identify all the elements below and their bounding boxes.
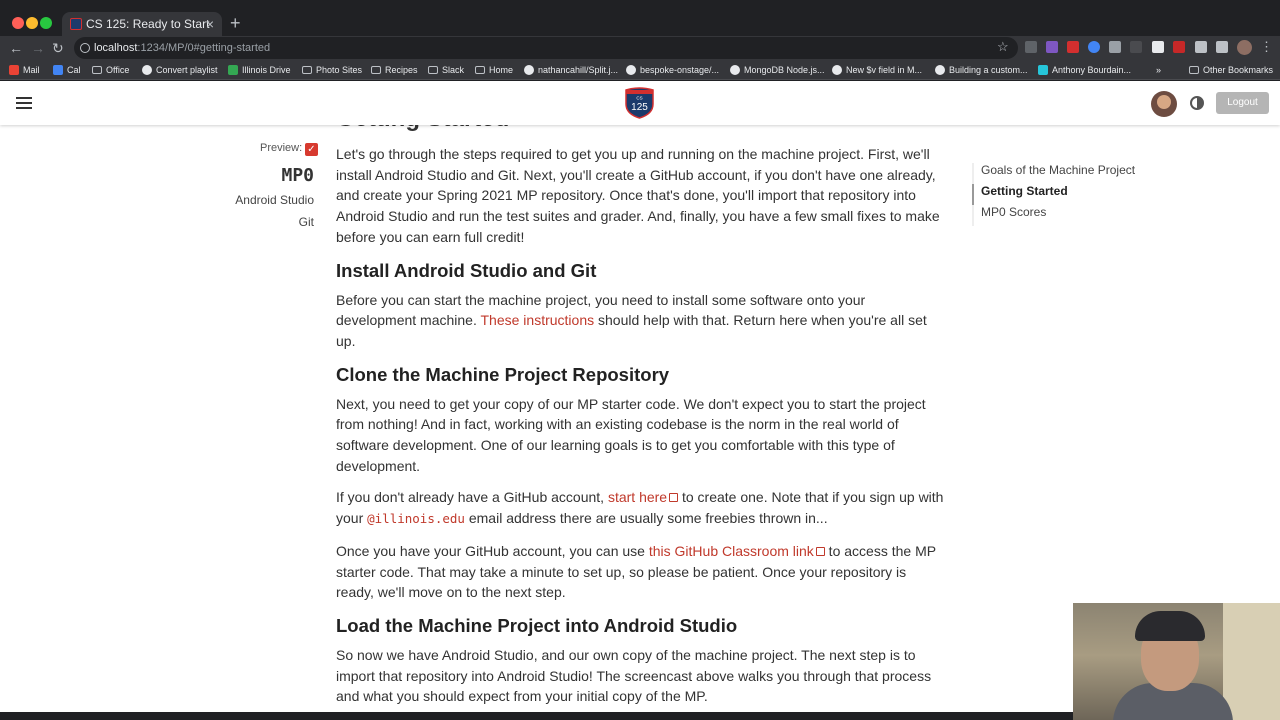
github-icon: [626, 65, 636, 75]
extension-grid-icon[interactable]: [1109, 41, 1121, 53]
cs125-logo[interactable]: CS 125: [623, 86, 656, 119]
folder-icon: [428, 66, 438, 74]
preview-label: Preview:: [260, 142, 303, 154]
logout-button[interactable]: Logout: [1216, 92, 1269, 114]
convert-icon: [142, 65, 152, 75]
github-classroom-link[interactable]: this GitHub Classroom link: [649, 543, 825, 559]
site-info-icon[interactable]: [80, 43, 90, 53]
browser-tab[interactable]: CS 125: Ready to Start ×: [62, 12, 222, 36]
calendar-icon: [53, 65, 63, 75]
extension-mask-icon[interactable]: [1152, 41, 1164, 53]
extension-circle-icon[interactable]: [1088, 41, 1100, 53]
extension-shield-icon[interactable]: [1046, 41, 1058, 53]
close-window-button[interactable]: [12, 17, 24, 29]
bookmark-item[interactable]: Anthony Bourdain...: [1038, 63, 1131, 77]
instructions-link[interactable]: These instructions: [481, 312, 595, 328]
bookmark-item[interactable]: MongoDB Node.js...: [730, 63, 825, 77]
gmail-icon: [9, 65, 19, 75]
extension-red-icon[interactable]: [1173, 41, 1185, 53]
github-icon: [524, 65, 534, 75]
bookmark-item[interactable]: Recipes: [371, 63, 418, 77]
extension-s-icon[interactable]: [1025, 41, 1037, 53]
url-host: localhost: [94, 42, 138, 54]
tag-git: Git: [298, 215, 314, 229]
intro-paragraph: Let's go through the steps required to g…: [336, 146, 940, 245]
bookmarks-bar: Mail Cal Office Convert playlist Illinoi…: [0, 60, 1280, 80]
bookmark-item[interactable]: Building a custom...: [935, 63, 1028, 77]
extensions-puzzle-icon[interactable]: [1195, 41, 1207, 53]
folder-icon: [371, 66, 381, 74]
clone-paragraph-3: Once you have your GitHub account, you c…: [336, 542, 936, 601]
clone-paragraph-2: If you don't already have a GitHub accou…: [336, 489, 944, 527]
logo-number-text: 125: [631, 102, 648, 113]
external-link-icon: [815, 546, 825, 556]
drive-icon: [228, 65, 238, 75]
zoom-window-button[interactable]: [40, 17, 52, 29]
back-arrow-icon[interactable]: ←: [9, 38, 23, 58]
address-bar[interactable]: localhost:1234/MP/0#getting-started: [74, 37, 1018, 59]
heading-install: Install Android Studio and Git: [336, 259, 597, 281]
folder-icon: [92, 66, 102, 74]
heading-load: Load the Machine Project into Android St…: [336, 614, 738, 636]
load-paragraph: So now we have Android Studio, and our o…: [336, 646, 932, 705]
github-signup-link[interactable]: start here: [608, 489, 679, 505]
tab-title: CS 125: Ready to Start: [86, 17, 210, 31]
reload-icon[interactable]: ↻: [52, 38, 64, 58]
page-icon: [935, 65, 945, 75]
folder-icon: [1189, 66, 1199, 74]
reading-list-icon[interactable]: [1216, 41, 1228, 53]
page-icon: [1038, 65, 1048, 75]
folder-icon: [302, 66, 312, 74]
browser-menu-icon[interactable]: ⋮: [1260, 39, 1273, 55]
install-paragraph: Before you can start the machine project…: [336, 291, 927, 349]
bookmark-item[interactable]: Convert playlist: [142, 63, 218, 77]
bookmark-item[interactable]: Illinois Drive: [228, 63, 291, 77]
new-tab-button[interactable]: +: [230, 14, 241, 32]
minimize-window-button[interactable]: [26, 17, 38, 29]
bookmark-item[interactable]: Office: [92, 63, 129, 77]
bookmark-item[interactable]: Slack: [428, 63, 464, 77]
url-path: :1234/MP/0#getting-started: [137, 42, 271, 54]
extension-badge-icon[interactable]: [1067, 41, 1079, 53]
tab-favicon-icon: [70, 18, 82, 30]
preview-checkbox[interactable]: ✓: [305, 143, 318, 156]
github-icon: [832, 65, 842, 75]
bookmark-item[interactable]: nathancahill/Split.j...: [524, 63, 618, 77]
bookmarks-overflow-button[interactable]: »: [1156, 63, 1161, 77]
logo-cs-text: CS: [636, 96, 642, 101]
hamburger-menu-icon[interactable]: [16, 97, 32, 109]
mongodb-icon: [730, 65, 740, 75]
browser-tabstrip: CS 125: Ready to Start × +: [0, 0, 1280, 36]
browser-toolbar: ← → ↻ localhost:1234/MP/0#getting-starte…: [0, 36, 1280, 60]
illinois-email-code: @illinois.edu: [367, 511, 465, 527]
table-of-contents: Goals of the Machine Project Getting Sta…: [972, 163, 1192, 226]
main-content: Let's go through the steps required to g…: [336, 144, 946, 712]
bookmark-item[interactable]: Mail: [9, 63, 40, 77]
presenter-webcam-video: [1073, 603, 1280, 720]
dark-mode-toggle-icon[interactable]: [1190, 96, 1204, 110]
heading-clone: Clone the Machine Project Repository: [336, 363, 670, 385]
toc-item-mp0-scores[interactable]: MP0 Scores: [974, 205, 1192, 226]
user-avatar[interactable]: [1151, 91, 1177, 117]
clone-paragraph-1: Next, you need to get your copy of our M…: [336, 395, 926, 474]
forward-arrow-icon[interactable]: →: [31, 38, 45, 58]
mp-code: MP0: [281, 165, 314, 186]
toc-item-getting-started[interactable]: Getting Started: [972, 184, 1192, 205]
bookmark-item[interactable]: Photo Sites: [302, 63, 362, 77]
tag-android-studio: Android Studio: [235, 193, 314, 207]
extension-move-icon[interactable]: [1130, 41, 1142, 53]
external-link-icon: [669, 493, 679, 503]
browser-profile-avatar[interactable]: [1237, 40, 1252, 55]
bookmark-item[interactable]: Home: [475, 63, 513, 77]
other-bookmarks-folder[interactable]: Other Bookmarks: [1189, 63, 1273, 77]
bookmark-star-icon[interactable]: ☆: [997, 39, 1009, 55]
folder-icon: [475, 66, 485, 74]
site-header: CS 125 Logout: [0, 81, 1280, 125]
tab-close-icon[interactable]: ×: [206, 12, 214, 36]
bookmark-item[interactable]: Cal: [53, 63, 81, 77]
bookmark-item[interactable]: bespoke-onstage/...: [626, 63, 719, 77]
toc-item-goals[interactable]: Goals of the Machine Project: [974, 163, 1192, 184]
bookmark-item[interactable]: New $v field in M...: [832, 63, 922, 77]
